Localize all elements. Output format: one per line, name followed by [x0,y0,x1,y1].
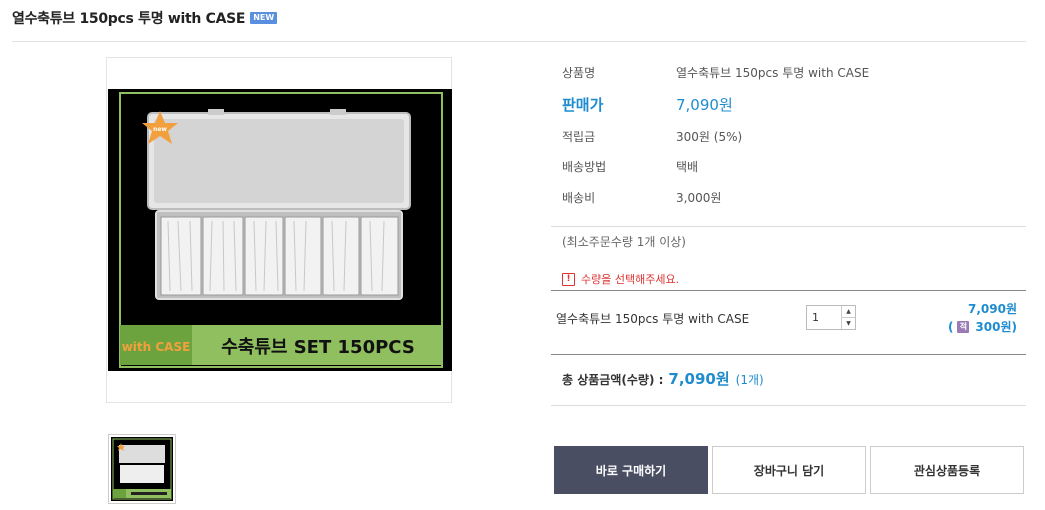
thumbnail-photo [111,437,173,501]
banner-left-text: with CASE [122,340,191,354]
thumbnail-1[interactable] [108,434,176,504]
option-product-name: 열수축튜브 150pcs 투명 with CASE [556,312,750,326]
product-photo: new with CASE 수축튜브 SET 150PCS [108,89,452,371]
info-row-name: 상품명 열수축튜브 150pcs 투명 with CASE [551,58,1026,86]
mileage-icon: 적 [957,321,970,333]
info-label-price: 판매가 [562,95,604,114]
total-label: 총 상품금액(수량) : [562,373,664,387]
total-price: 총 상품금액(수량) : 7,090원 (1개) [562,368,764,389]
star-badge-text: new [153,126,167,133]
info-row-price: 판매가 7,090원 [551,86,1026,122]
exclamation-icon: ! [562,272,575,286]
info-value-shipping-method: 택배 [676,159,699,174]
product-title: 열수축튜브 150pcs 투명 with CASE [12,11,246,27]
option-top-divider [551,290,1026,291]
quantity-stepper: ▲ ▼ [806,305,856,330]
title-divider [12,41,1026,42]
option-mileage-open: ( [947,320,954,334]
info-row-shipping-method: 배송방법 택배 [551,150,1026,182]
info-divider [551,226,1026,227]
banner-right-text: 수축튜브 SET 150PCS [221,337,415,358]
info-label-mileage: 적립금 [562,129,596,144]
option-bottom-divider [551,354,1026,355]
option-mileage: ( 적 300원) [948,318,1017,336]
buy-now-button[interactable]: 바로 구매하기 [554,446,708,494]
info-row-shipping-fee: 배송비 3,000원 [551,182,1026,212]
new-badge: NEW [250,12,278,24]
product-info-table: 상품명 열수축튜브 150pcs 투명 with CASE 판매가 7,090원… [551,57,1026,212]
info-value-name: 열수축튜브 150pcs 투명 with CASE [676,65,870,80]
qty-warning-text: 수량을 선택해주세요. [581,273,680,286]
info-row-mileage: 적립금 300원 (5%) [551,122,1026,150]
total-amount: 7,090원 [668,370,730,388]
min-order-qty: (최소주문수량 1개 이상) [562,235,686,249]
qty-warning: ! 수량을 선택해주세요. [562,271,679,287]
info-label-name: 상품명 [562,65,596,80]
caret-up-icon[interactable]: ▲ [842,306,855,318]
total-count: (1개) [735,373,764,387]
option-price: 7,090원 ( 적 300원) [948,300,1017,336]
product-title-bar: 열수축튜브 150pcs 투명 with CASE NEW [12,8,278,28]
caret-down-icon[interactable]: ▼ [842,318,855,329]
option-mileage-value: 300원) [975,320,1017,334]
info-label-shipping-method: 배송방법 [562,159,607,174]
info-label-shipping-fee: 배송비 [562,190,596,205]
main-product-image: new with CASE 수축튜브 SET 150PCS [106,57,452,403]
option-price-value: 7,090원 [968,302,1017,316]
info-value-shipping-fee: 3,000원 [676,190,722,205]
info-value-mileage: 300원 (5%) [676,129,743,144]
info-value-price: 7,090원 [676,95,733,114]
quantity-input[interactable] [807,306,841,329]
add-to-wishlist-button[interactable]: 관심상품등록 [870,446,1024,494]
total-divider [551,405,1026,406]
add-to-cart-button[interactable]: 장바구니 담기 [712,446,866,494]
